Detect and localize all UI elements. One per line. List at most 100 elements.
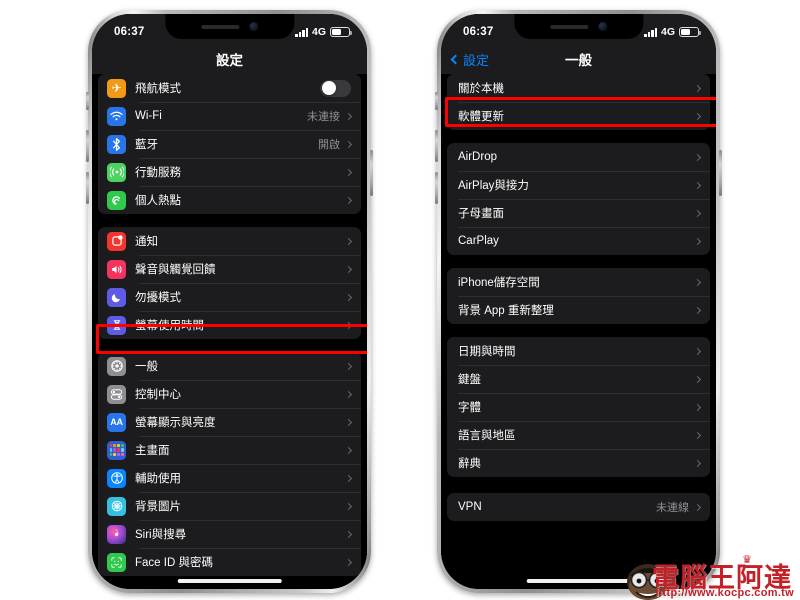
row-label: VPN	[458, 501, 482, 513]
chevron-right-icon	[344, 558, 353, 566]
row-airplane-mode[interactable]: ✈ 飛航模式	[98, 74, 361, 102]
row-control-center[interactable]: 控制中心	[98, 380, 361, 408]
row-picture-in-picture[interactable]: 子母畫面	[447, 199, 710, 227]
row-airplay-handoff[interactable]: AirPlay與接力	[447, 171, 710, 199]
sidebar-item-general[interactable]: 一般	[98, 352, 361, 380]
row-sounds-haptics[interactable]: 聲音與觸覺回饋	[98, 255, 361, 283]
chevron-right-icon	[693, 278, 702, 286]
settings-group-general: 一般 控制中心 AA 螢幕顯示與亮度 主畫面 輔助使用 背景圖片 Siri與搜尋…	[98, 352, 361, 576]
chevron-right-icon	[344, 112, 353, 120]
row-label: 控制中心	[135, 389, 181, 401]
row-carplay[interactable]: CarPlay	[447, 227, 710, 255]
wifi-status-value: 未連接	[307, 111, 340, 123]
sidebar-item-about[interactable]: 關於本機	[447, 74, 710, 102]
notifications-icon	[107, 231, 126, 251]
page-title-right: 一般	[565, 53, 592, 68]
row-notifications[interactable]: 通知	[98, 227, 361, 255]
group-vpn: VPN 未連線	[447, 493, 710, 521]
row-label: 鍵盤	[458, 374, 481, 386]
home-indicator-right[interactable]	[526, 579, 631, 583]
mute-switch-right[interactable]	[435, 92, 438, 110]
chevron-right-icon	[693, 503, 702, 511]
row-personal-hotspot[interactable]: 個人熱點	[98, 186, 361, 214]
row-cellular[interactable]: 行動服務	[98, 158, 361, 186]
row-face-id-passcode[interactable]: Face ID 與密碼	[98, 548, 361, 576]
chevron-right-icon	[344, 446, 353, 454]
row-do-not-disturb[interactable]: 勿擾模式	[98, 283, 361, 311]
row-language-region[interactable]: 語言與地區	[447, 421, 710, 449]
volume-down-button-right[interactable]	[435, 172, 438, 204]
wallpaper-icon	[107, 496, 126, 516]
screenshot-canvas: 06:37 4G 設定 ✈ 飛航模式 Wi-Fi 未連接 藍牙 開啟 行動服務 …	[0, 0, 800, 600]
row-background-app-refresh[interactable]: 背景 App 重新整理	[447, 296, 710, 324]
accessibility-icon	[107, 468, 126, 488]
chevron-right-icon	[344, 390, 353, 398]
volume-down-button-left[interactable]	[86, 172, 89, 204]
row-label: 軟體更新	[458, 111, 504, 123]
row-vpn[interactable]: VPN 未連線	[447, 493, 710, 521]
back-button-settings[interactable]: 設定	[450, 50, 490, 69]
airplane-mode-toggle[interactable]	[320, 79, 351, 97]
power-button-right[interactable]	[719, 150, 722, 196]
chevron-right-icon	[693, 403, 702, 411]
hotspot-icon	[107, 190, 126, 210]
row-label: 背景圖片	[135, 501, 181, 513]
network-type-right: 4G	[660, 26, 675, 38]
row-label: 輔助使用	[135, 473, 181, 485]
chevron-right-icon	[693, 237, 702, 245]
network-type-left: 4G	[311, 26, 326, 38]
row-wallpaper[interactable]: 背景圖片	[98, 492, 361, 520]
group-sharing: AirDrop AirPlay與接力 子母畫面 CarPlay	[447, 143, 710, 255]
cellular-icon	[107, 162, 126, 182]
mute-switch-left[interactable]	[86, 92, 89, 110]
row-home-screen[interactable]: 主畫面	[98, 436, 361, 464]
row-label: Wi-Fi	[135, 110, 162, 122]
volume-up-button-right[interactable]	[435, 130, 438, 162]
row-label: 行動服務	[135, 167, 181, 179]
volume-up-button-left[interactable]	[86, 130, 89, 162]
row-wifi[interactable]: Wi-Fi 未連接	[98, 102, 361, 130]
vpn-status-value: 未連線	[656, 502, 689, 514]
row-display-brightness[interactable]: AA 螢幕顯示與亮度	[98, 408, 361, 436]
earpiece-speaker-icon	[201, 24, 239, 29]
status-time-left: 06:37	[114, 26, 145, 38]
row-accessibility[interactable]: 輔助使用	[98, 464, 361, 492]
moon-icon	[107, 287, 126, 307]
chevron-right-icon	[693, 431, 702, 439]
row-screen-time[interactable]: 螢幕使用時間	[98, 311, 361, 339]
home-indicator-left[interactable]	[177, 579, 282, 583]
row-dictionary[interactable]: 辭典	[447, 449, 710, 477]
chevron-left-icon	[450, 54, 461, 64]
chevron-right-icon	[693, 347, 702, 355]
row-label: 螢幕顯示與亮度	[135, 417, 216, 429]
back-button-label: 設定	[463, 52, 490, 68]
general-settings-list[interactable]: 關於本機 軟體更新 AirDrop AirPlay與接力 子母畫面 CarPla…	[441, 74, 716, 589]
iphone-device-right: 06:37 4G 設定 一般 關於本機 軟體更新 AirDrop AirPlay…	[435, 10, 722, 593]
row-label: CarPlay	[458, 235, 499, 247]
settings-list-left[interactable]: ✈ 飛航模式 Wi-Fi 未連接 藍牙 開啟 行動服務 個人熱點 通知 聲音與觸…	[92, 74, 367, 589]
row-keyboard[interactable]: 鍵盤	[447, 365, 710, 393]
row-siri-search[interactable]: Siri與搜尋	[98, 520, 361, 548]
row-date-time[interactable]: 日期與時間	[447, 337, 710, 365]
chevron-right-icon	[344, 530, 353, 538]
row-iphone-storage[interactable]: iPhone儲存空間	[447, 268, 710, 296]
row-label: 通知	[135, 236, 158, 248]
row-software-update[interactable]: 軟體更新	[447, 102, 710, 130]
home-screen-icon	[107, 440, 126, 460]
row-label: 日期與時間	[458, 346, 516, 358]
row-label: 勿擾模式	[135, 292, 181, 304]
chevron-right-icon	[344, 474, 353, 482]
group-about-software: 關於本機 軟體更新	[447, 74, 710, 130]
siri-icon	[107, 524, 126, 544]
chevron-right-icon	[344, 293, 353, 301]
nav-bar-left: 設定	[92, 44, 367, 74]
notch-right	[513, 14, 644, 39]
chevron-right-icon	[693, 153, 702, 161]
screen-left: 06:37 4G 設定 ✈ 飛航模式 Wi-Fi 未連接 藍牙 開啟 行動服務 …	[92, 14, 367, 589]
row-bluetooth[interactable]: 藍牙 開啟	[98, 130, 361, 158]
power-button-left[interactable]	[370, 150, 373, 196]
chevron-right-icon	[344, 237, 353, 245]
row-airdrop[interactable]: AirDrop	[447, 143, 710, 171]
row-fonts[interactable]: 字體	[447, 393, 710, 421]
bluetooth-status-value: 開啟	[318, 139, 340, 151]
